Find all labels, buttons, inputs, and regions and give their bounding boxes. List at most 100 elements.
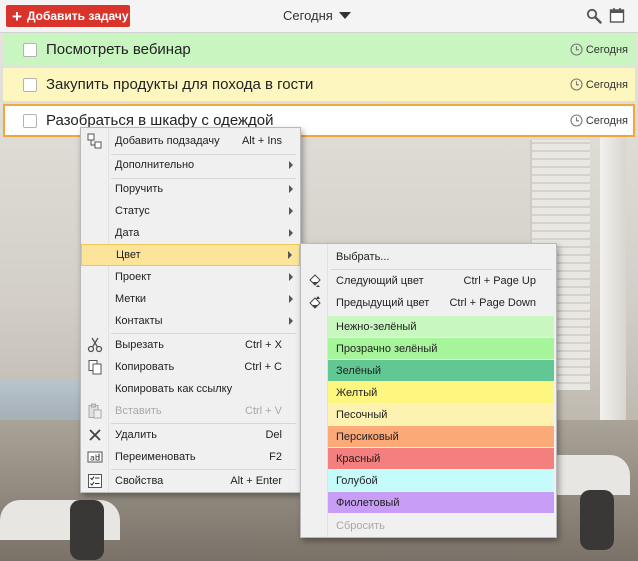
add-task-label: Добавить задачу (26, 9, 129, 23)
svg-text:ab: ab (90, 454, 100, 463)
submenu-arrow-icon (289, 229, 293, 237)
menu-item-choose-color[interactable]: Выбрать... (301, 246, 556, 268)
menu-item-label: Выбрать... (336, 251, 390, 263)
submenu-arrow-icon (289, 207, 293, 215)
menu-item-project[interactable]: Проект (81, 266, 300, 288)
menu-item-contacts[interactable]: Контакты (81, 310, 300, 332)
rename-icon: ab (87, 451, 103, 463)
menu-item-label: Переименовать (115, 451, 196, 463)
task-due: Сегодня (570, 78, 628, 91)
menu-item-prev-color[interactable]: Предыдущий цвет Ctrl + Page Down (301, 292, 556, 314)
task-due-label: Сегодня (585, 43, 628, 56)
submenu-arrow-icon (289, 317, 293, 325)
menu-item-delete[interactable]: Удалить Del (81, 424, 300, 446)
clock-icon (570, 114, 583, 127)
menu-item-status[interactable]: Статус (81, 200, 300, 222)
menu-item-reset-color[interactable]: Сбросить (301, 515, 556, 537)
menu-item-tags[interactable]: Метки (81, 288, 300, 310)
menu-item-shortcut: Alt + Ins (241, 135, 282, 147)
task-due-label: Сегодня (585, 78, 628, 91)
menu-item-properties[interactable]: Свойства Alt + Enter (81, 470, 300, 492)
task-row[interactable]: Закупить продукты для похода в гости Сег… (3, 68, 635, 101)
menu-item-shortcut: Ctrl + C (244, 361, 282, 373)
menu-item-next-color[interactable]: Следующий цвет Ctrl + Page Up (301, 270, 556, 292)
delete-x-icon (89, 429, 101, 441)
menu-item-label: Добавить подзадачу (115, 135, 220, 147)
add-task-button[interactable]: + Добавить задачу (6, 5, 130, 27)
calendar-icon[interactable] (609, 7, 625, 23)
menu-item-copy[interactable]: Копировать Ctrl + C (81, 356, 300, 378)
pillar (600, 130, 626, 450)
menu-item-label: Статус (115, 205, 150, 217)
color-swatch-peach[interactable]: Персиковый (328, 426, 554, 447)
task-checkbox[interactable] (23, 42, 37, 57)
menu-item-shortcut: F2 (269, 451, 282, 463)
color-swatch-label: Фиолетовый (336, 496, 400, 509)
color-swatch-purple[interactable]: Фиолетовый (328, 492, 554, 513)
color-submenu: Выбрать... Следующий цвет Ctrl + Page Up… (300, 243, 557, 538)
menu-item-label: Дата (115, 227, 140, 239)
color-swatch-label: Красный (336, 452, 381, 465)
menu-item-more[interactable]: Дополнительно (81, 154, 300, 176)
color-swatch-light-green[interactable]: Нежно-зелёный (328, 316, 554, 337)
chevron-down-icon (338, 12, 351, 19)
paint-bucket-prev-icon (309, 296, 321, 309)
menu-item-shortcut: Alt + Enter (230, 475, 282, 487)
menu-item-cut[interactable]: Вырезать Ctrl + X (81, 334, 300, 356)
menu-item-color[interactable]: Цвет (81, 244, 300, 266)
menu-item-copy-link[interactable]: Копировать как ссылку (81, 378, 300, 400)
menu-item-rename[interactable]: ab Переименовать F2 (81, 446, 300, 468)
submenu-arrow-icon (289, 273, 293, 281)
color-swatch-transparent-green[interactable]: Прозрачно зелёный (328, 338, 554, 359)
color-swatch-label: Нежно-зелёный (336, 320, 417, 333)
chair (70, 500, 104, 560)
color-swatch-light-blue[interactable]: Голубой (328, 470, 554, 491)
menu-item-assign[interactable]: Поручить (81, 178, 300, 200)
menu-item-date[interactable]: Дата (81, 222, 300, 244)
menu-item-label: Свойства (115, 475, 164, 487)
color-swatch-label: Прозрачно зелёный (336, 342, 438, 355)
paste-icon (88, 403, 102, 419)
color-swatch-label: Персиковый (336, 430, 399, 443)
color-swatch-label: Желтый (336, 386, 378, 399)
color-swatch-label: Голубой (336, 474, 378, 487)
menu-item-label: Сбросить (336, 520, 385, 532)
menu-item-label: Цвет (116, 249, 141, 261)
clock-icon (570, 43, 583, 56)
menu-item-label: Дополнительно (115, 159, 195, 171)
task-title: Закупить продукты для похода в гости (46, 76, 314, 93)
menu-item-paste[interactable]: Вставить Ctrl + V (81, 400, 300, 422)
menu-item-label: Копировать (115, 361, 175, 373)
menu-item-shortcut: Del (265, 429, 282, 441)
menu-item-label: Удалить (115, 429, 157, 441)
menu-item-shortcut: Ctrl + Page Up (463, 275, 536, 287)
search-icon[interactable] (586, 8, 602, 24)
submenu-arrow-icon (289, 185, 293, 193)
add-subtask-icon (87, 133, 102, 149)
task-checkbox[interactable] (23, 113, 37, 128)
view-filter-dropdown[interactable]: Сегодня (283, 8, 351, 23)
menu-item-add-subtask[interactable]: Добавить подзадачу Alt + Ins (81, 130, 300, 152)
menu-item-label: Предыдущий цвет (336, 297, 430, 309)
color-swatch-green[interactable]: Зелёный (328, 360, 554, 381)
submenu-arrow-icon (289, 161, 293, 169)
menu-item-label: Вставить (115, 405, 162, 417)
plus-icon: + (12, 6, 22, 26)
menu-item-label: Вырезать (115, 339, 164, 351)
toolbar: + Добавить задачу Сегодня (0, 0, 638, 33)
task-due-label: Сегодня (585, 114, 628, 127)
task-due: Сегодня (570, 43, 628, 56)
submenu-arrow-icon (288, 251, 292, 259)
clock-icon (570, 78, 583, 91)
menu-item-label: Копировать как ссылку (115, 383, 233, 395)
copy-icon (88, 360, 102, 375)
color-swatch-sand[interactable]: Песочный (328, 404, 554, 425)
properties-checklist-icon (88, 474, 102, 488)
task-checkbox[interactable] (23, 77, 37, 92)
color-swatch-yellow[interactable]: Желтый (328, 382, 554, 403)
submenu-arrow-icon (289, 295, 293, 303)
menu-item-shortcut: Ctrl + X (245, 339, 282, 351)
menu-item-label: Поручить (115, 183, 164, 195)
task-row[interactable]: Посмотреть вебинар Сегодня (3, 33, 635, 66)
color-swatch-red[interactable]: Красный (328, 448, 554, 469)
